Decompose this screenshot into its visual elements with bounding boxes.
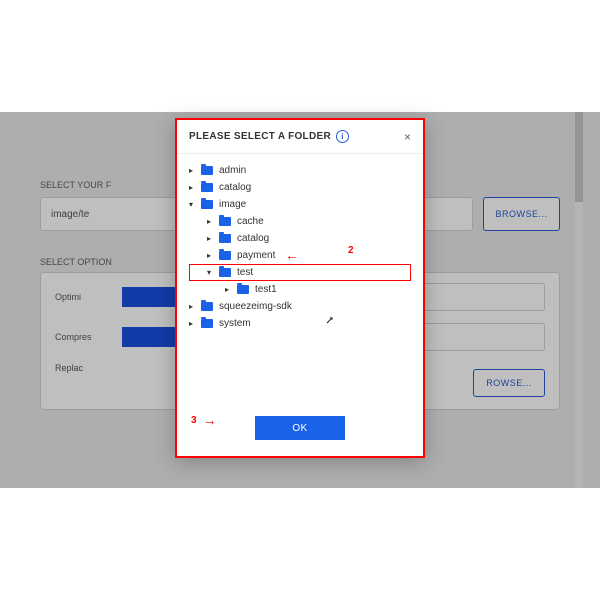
modal-title-wrap: PLEASE SELECT A FOLDER i: [189, 130, 349, 143]
letterbox-top: [0, 0, 600, 112]
annotation-step3: 3 →: [191, 413, 217, 427]
close-icon[interactable]: ×: [404, 131, 411, 143]
folder-node-catalog[interactable]: ▸ catalog: [189, 230, 411, 247]
arrow-left-icon: ←: [285, 247, 299, 263]
folder-select-modal: PLEASE SELECT A FOLDER i × ▸ admin ▸ catalo…: [175, 118, 425, 458]
folder-icon: [219, 268, 231, 277]
folder-icon: [201, 200, 213, 209]
caret-right-icon[interactable]: ▸: [189, 302, 195, 311]
folder-icon: [237, 285, 249, 294]
caret-right-icon[interactable]: ▸: [225, 285, 231, 294]
caret-right-icon[interactable]: ▸: [189, 319, 195, 328]
caret-down-icon[interactable]: ▾: [207, 268, 213, 277]
caret-right-icon[interactable]: ▸: [189, 166, 195, 175]
folder-icon: [219, 234, 231, 243]
folder-icon: [219, 251, 231, 260]
folder-icon: [201, 302, 213, 311]
folder-label: cache: [237, 216, 264, 227]
modal-header: PLEASE SELECT A FOLDER i ×: [177, 120, 423, 154]
caret-right-icon[interactable]: ▸: [207, 234, 213, 243]
info-icon[interactable]: i: [336, 130, 349, 143]
folder-node-admin[interactable]: ▸ admin: [189, 162, 411, 179]
arrow-right-icon: →: [203, 413, 217, 427]
folder-icon: [219, 217, 231, 226]
folder-node-payment[interactable]: ▸ payment: [189, 247, 411, 264]
caret-down-icon[interactable]: ▾: [189, 200, 195, 209]
folder-label: image: [219, 199, 246, 210]
folder-label: system: [219, 318, 251, 329]
folder-node-image[interactable]: ▾ image: [189, 196, 411, 213]
folder-node-test1[interactable]: ▸ test1: [189, 281, 411, 298]
folder-node-system[interactable]: ▸ system: [189, 315, 411, 332]
ok-button[interactable]: OK: [255, 416, 345, 440]
folder-node-test[interactable]: ▾ test: [189, 264, 411, 281]
folder-node-catalog[interactable]: ▸ catalog: [189, 179, 411, 196]
folder-label: test1: [255, 284, 277, 295]
folder-label: test: [237, 267, 253, 278]
cursor-icon: ⭧: [326, 315, 333, 328]
folder-label: admin: [219, 165, 246, 176]
folder-icon: [201, 183, 213, 192]
folder-icon: [201, 166, 213, 175]
folder-tree: ▸ admin ▸ catalog ▾ image ▸ cache ▸ catalog ▸ payme…: [177, 154, 423, 332]
folder-label: catalog: [237, 233, 269, 244]
caret-right-icon[interactable]: ▸: [189, 183, 195, 192]
folder-label: payment: [237, 250, 275, 261]
folder-node-cache[interactable]: ▸ cache: [189, 213, 411, 230]
caret-right-icon[interactable]: ▸: [207, 217, 213, 226]
modal-title: PLEASE SELECT A FOLDER: [189, 131, 331, 142]
letterbox-bottom: [0, 488, 600, 600]
folder-label: squeezeimg-sdk: [219, 301, 292, 312]
annotation-2-number: 2: [348, 245, 354, 256]
annotation-step2: ← 2: [285, 248, 299, 263]
folder-label: catalog: [219, 182, 251, 193]
folder-node-squeezeimg-sdk[interactable]: ▸ squeezeimg-sdk: [189, 298, 411, 315]
folder-icon: [201, 319, 213, 328]
caret-right-icon[interactable]: ▸: [207, 251, 213, 260]
annotation-3-number: 3: [191, 415, 197, 426]
